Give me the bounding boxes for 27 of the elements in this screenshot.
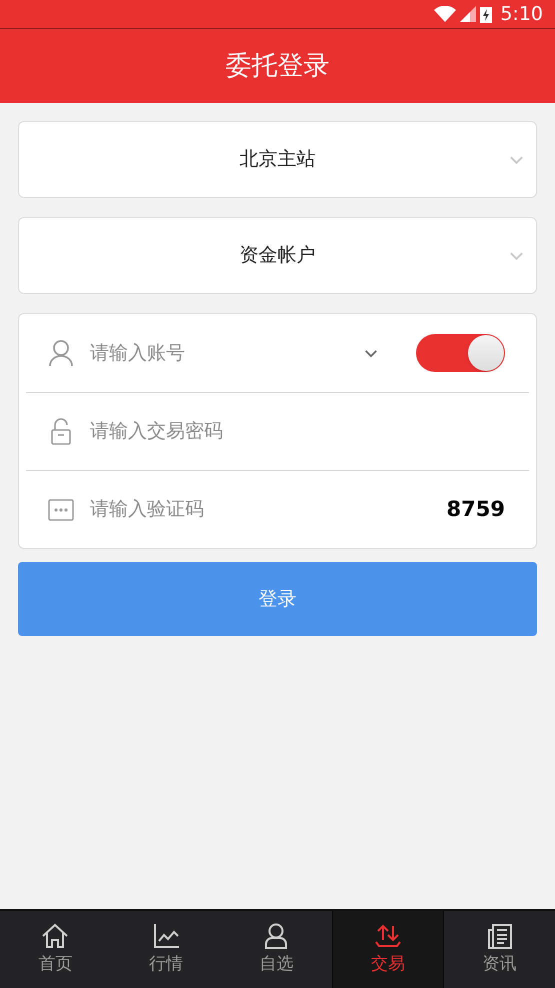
select-field[interactable]: 资金帐户 [18,217,537,294]
select-field[interactable]: 北京主站 [18,121,537,198]
tab-button[interactable]: 行情 [110,911,222,988]
battery-icon [480,5,492,23]
chevron-down-icon [364,348,378,358]
input-field[interactable]: 请输入账号 [90,338,348,368]
line-chart-icon [152,922,180,950]
chevron-down-icon [509,154,524,164]
lock-icon [50,418,72,446]
input-field[interactable]: 请输入验证码 [90,495,431,524]
keyboard-icon [48,498,74,520]
page-title: 委托登录 [226,50,330,82]
wifi-icon [434,6,456,22]
signal-icon [460,6,476,22]
status-time: 5:10 [500,2,543,27]
login-button[interactable]: 登录 [18,562,537,636]
tab-button[interactable]: 资讯 [444,911,555,988]
captcha-code[interactable]: 8759 [446,494,505,526]
tab-button[interactable]: 首页 [0,911,111,988]
toggle-switch[interactable] [416,334,505,372]
tab-button[interactable]: 自选 [221,911,332,988]
user-icon [48,339,74,367]
tab-button[interactable]: 交易 [332,911,444,988]
home-icon [41,922,70,950]
newspaper-icon [486,922,514,950]
input-field[interactable]: 请输入交易密码 [90,417,505,446]
chevron-down-icon [509,250,524,260]
